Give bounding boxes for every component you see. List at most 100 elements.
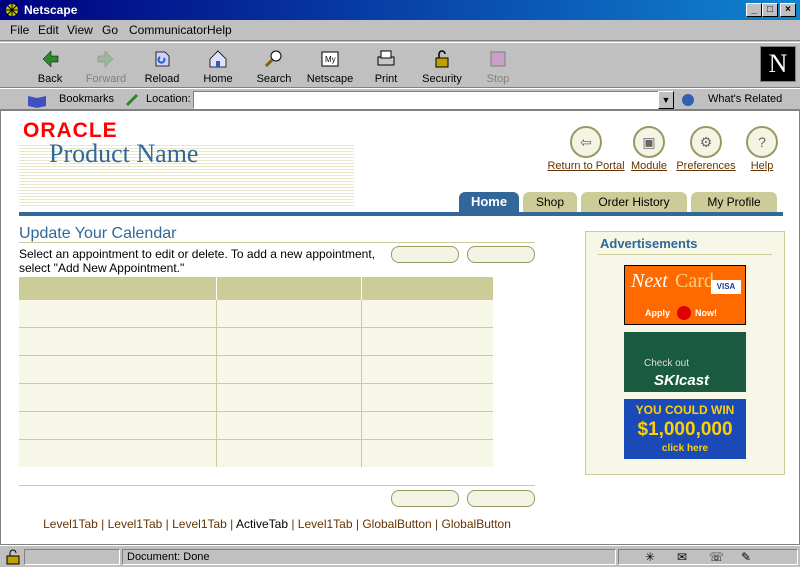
menu-bar: File Edit View Go Communicator Help [0,20,800,41]
home-label: Home [203,73,233,85]
module-icon: ▣ [633,126,665,158]
visa-logo: VISA [711,280,741,294]
home-icon [209,50,227,68]
forward-button[interactable]: Forward [80,46,132,88]
ad-million[interactable]: YOU COULD WIN $1,000,000 click here [624,399,746,459]
navigator-icon[interactable]: ✳ [645,550,655,564]
forward-arrow-icon [97,50,114,68]
security-status-icon[interactable] [4,549,22,565]
back-button[interactable]: Back [24,46,76,88]
close-button[interactable]: × [780,3,796,17]
netscape-icon: My [321,51,339,67]
discussions-icon[interactable]: ☏ [709,550,724,564]
top-button-1[interactable] [391,246,459,263]
preferences-link[interactable]: ⚙ Preferences [675,126,737,172]
maximize-button[interactable]: □ [762,3,778,17]
module-link[interactable]: ▣ Module [629,126,669,172]
footer-link-level1tab[interactable]: Level1Tab [298,517,353,531]
table-cell [216,326,362,355]
footer-link-activetab: ActiveTab [235,517,288,531]
location-dropdown-button[interactable]: ▼ [658,91,674,109]
help-label: Help [750,160,774,172]
table-row[interactable] [19,410,493,439]
footer-link-level1tab[interactable]: Level1Tab [172,517,227,531]
bottom-button-1[interactable] [391,490,459,507]
menu-file[interactable]: File [10,23,29,37]
title-divider [19,242,535,243]
table-header-row [19,277,493,299]
advertisements-panel: Advertisements Next Card VISA Apply Now!… [585,231,785,475]
appointments-table [19,277,493,467]
bookmarks-icon [28,96,46,108]
tab-underline [19,212,783,216]
footer-link-globalbutton[interactable]: GlobalButton [362,517,431,531]
preferences-label: Preferences [676,160,736,172]
preferences-icon: ⚙ [690,126,722,158]
menu-edit[interactable]: Edit [38,23,59,37]
lock-icon [435,50,449,68]
footer-link-globalbutton[interactable]: GlobalButton [442,517,511,531]
return-to-portal-link[interactable]: ⇦ Return to Portal [547,126,625,172]
bottom-divider [19,485,535,486]
search-button[interactable]: Search [248,46,300,88]
footer-links: Level1Tab | Level1Tab | Level1Tab | Acti… [43,517,511,531]
netscape-button[interactable]: My Netscape [304,46,356,88]
progress-pane [24,549,120,565]
composer-icon[interactable]: ✎ [741,550,751,564]
tab-shop[interactable]: Shop [523,192,577,213]
table-row[interactable] [19,438,493,467]
home-button[interactable]: Home [192,46,244,88]
bottom-button-2[interactable] [467,490,535,507]
ad-skicast[interactable]: Check out SKIcast [624,332,746,392]
whats-related-button[interactable]: What's Related [708,93,782,105]
tab-bar: Home Shop Order History My Profile [19,192,783,214]
table-row[interactable] [19,326,493,355]
footer-link-level1tab[interactable]: Level1Tab [43,517,98,531]
status-bar: Document: Done ✳ ✉ ☏ ✎ [0,545,800,567]
stop-label: Stop [486,73,510,85]
ad-million-line1: YOU COULD WIN [635,403,735,417]
portal-icon: ⇦ [570,126,602,158]
mail-icon[interactable]: ✉ [677,550,687,564]
menu-help[interactable]: Help [207,23,232,37]
product-name: Product Name [49,139,199,168]
tab-home[interactable]: Home [459,192,519,213]
apply-dot-icon [677,306,691,320]
table-header-cell [216,277,362,299]
window-title: Netscape [24,3,78,17]
table-row[interactable] [19,354,493,383]
page-title: Update Your Calendar [19,225,177,242]
instructions-text: Select an appointment to edit or delete.… [19,247,376,275]
tab-my-profile[interactable]: My Profile [691,192,777,213]
menu-view[interactable]: View [67,23,93,37]
top-button-2[interactable] [467,246,535,263]
bookmarks-button[interactable]: Bookmarks [59,93,114,105]
advertisements-title: Advertisements [600,236,698,251]
back-arrow-icon [42,50,59,68]
search-label: Search [256,73,292,85]
help-icon: ? [746,126,778,158]
table-cell [361,298,493,327]
security-button[interactable]: Security [416,46,468,88]
tab-order-history[interactable]: Order History [581,192,687,213]
table-cell [361,326,493,355]
stop-button[interactable]: Stop [472,46,524,88]
location-input[interactable] [193,91,659,109]
module-label: Module [630,160,668,172]
menu-communicator[interactable]: Communicator [129,23,207,37]
reload-button[interactable]: Reload [136,46,188,88]
menu-go[interactable]: Go [102,23,118,37]
help-link[interactable]: ? Help [743,126,781,172]
print-button[interactable]: Print [360,46,412,88]
table-row[interactable] [19,298,493,327]
whats-related-icon [682,94,694,106]
table-header-cell [19,277,217,299]
page-content: ORACLE Product Name ⇦ Return to Portal ▣… [0,110,800,545]
minimize-button[interactable]: _ [746,3,762,17]
ad-million-click: click here [661,443,709,454]
footer-link-level1tab[interactable]: Level1Tab [108,517,163,531]
ad-nextcard[interactable]: Next Card VISA Apply Now! [624,265,746,325]
ad-nextcard-now: Now! [695,308,717,318]
table-row[interactable] [19,382,493,411]
table-cell [216,438,362,467]
